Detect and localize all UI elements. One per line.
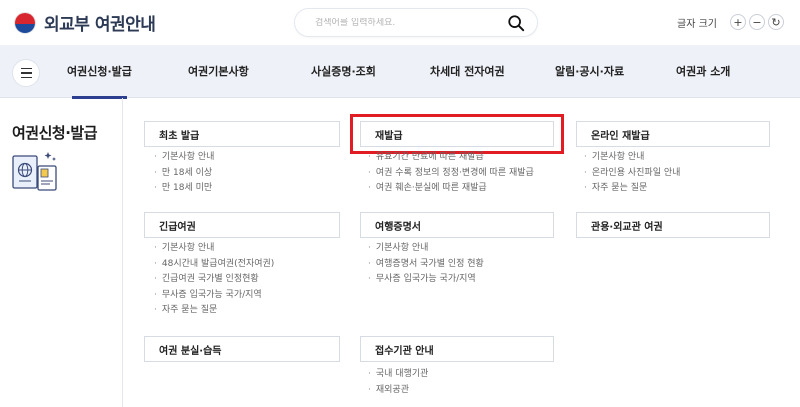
list-item[interactable]: 여행증명서 국가별 인정 현황	[368, 257, 484, 273]
header: 외교부 여권안내 글자 크기 + − ↻	[0, 0, 800, 45]
card-travel-certificate[interactable]: 여행증명서	[360, 212, 554, 238]
list-item[interactable]: 유효기간 만료에 따른 재발급	[368, 150, 534, 166]
list-item[interactable]: 자주 묻는 질문	[154, 303, 274, 319]
font-size-controls: 글자 크기 + − ↻	[677, 14, 784, 30]
font-reset-button[interactable]: ↻	[767, 14, 784, 30]
list-item[interactable]: 만 18세 이상	[154, 166, 214, 182]
list-item[interactable]: 재외공관	[368, 383, 428, 399]
list-item[interactable]: 온라인용 사진파일 안내	[584, 166, 681, 182]
nav-active-indicator	[72, 96, 127, 99]
reissue-highlight-box	[350, 114, 564, 154]
card-online-reissue[interactable]: 온라인 재발급	[576, 121, 770, 147]
first-issue-links: 기본사항 안내 만 18세 이상 만 18세 미만	[154, 150, 215, 197]
font-decrease-button[interactable]: −	[748, 14, 765, 30]
nav-item-about[interactable]: 여권과 소개	[676, 63, 730, 79]
nav-item-next-gen-passport[interactable]: 차세대 전자여권	[430, 63, 505, 79]
search-input[interactable]	[315, 17, 495, 28]
search-box	[294, 8, 538, 37]
card-lost-found[interactable]: 여권 분실·습득	[144, 336, 340, 362]
list-item[interactable]: 국내 대행기관	[368, 367, 429, 383]
list-item[interactable]: 긴급여권 국가별 인정현황	[154, 272, 274, 288]
font-increase-button[interactable]: +	[729, 14, 746, 30]
reception-agencies-links: 국내 대행기관 재외공관	[368, 367, 429, 399]
nav-item-passport-apply[interactable]: 여권신청·발급	[67, 63, 132, 79]
list-item[interactable]: 여권 훼손·분실에 따른 재발급	[368, 181, 534, 197]
section-title: 여권신청·발급	[12, 124, 98, 142]
card-reception-agencies[interactable]: 접수기관 안내	[360, 336, 554, 362]
logo[interactable]: 외교부 여권안내	[14, 10, 156, 35]
passport-illustration-icon	[12, 152, 57, 191]
logo-text: 외교부 여권안내	[44, 15, 156, 35]
hamburger-menu-icon[interactable]	[12, 59, 40, 87]
list-item[interactable]: 무사증 입국가능 국가/지역	[368, 272, 484, 288]
list-item[interactable]: 무사증 입국가능 국가/지역	[154, 288, 274, 304]
list-item[interactable]: 48시간내 발급여권(전자여권)	[154, 257, 274, 273]
list-item[interactable]: 만 18세 미만	[154, 181, 214, 197]
nav-item-passport-basics[interactable]: 여권기본사항	[188, 63, 249, 79]
font-size-label: 글자 크기	[677, 18, 717, 30]
list-item[interactable]: 기본사항 안내	[584, 150, 680, 166]
online-reissue-links: 기본사항 안내 온라인용 사진파일 안내 자주 묻는 질문	[584, 150, 681, 197]
taegeuk-logo-icon	[14, 11, 36, 34]
list-item[interactable]: 자주 묻는 질문	[584, 181, 680, 197]
nav-item-certification[interactable]: 사실증명·조회	[311, 63, 376, 79]
list-item[interactable]: 기본사항 안내	[368, 241, 484, 257]
nav-item-notices[interactable]: 알림·공시·자료	[555, 63, 624, 79]
main-nav: 여권신청·발급 여권기본사항 사실증명·조회 차세대 전자여권 알림·공시·자료…	[0, 45, 800, 99]
list-item[interactable]: 기본사항 안내	[154, 150, 215, 166]
card-official-diplomatic-passport[interactable]: 관용·외교관 여권	[576, 212, 770, 238]
reissue-links: 유효기간 만료에 따른 재발급 여권 수록 정보의 정정·변경에 따른 재발급 …	[368, 150, 534, 197]
list-item[interactable]: 여권 수록 정보의 정정·변경에 따른 재발급	[368, 166, 534, 182]
left-divider	[122, 98, 123, 407]
card-first-issue[interactable]: 최초 발급	[144, 121, 340, 147]
emergency-passport-links: 기본사항 안내 48시간내 발급여권(전자여권) 긴급여권 국가별 인정현황 무…	[154, 241, 274, 319]
search-icon[interactable]	[507, 14, 525, 32]
travel-certificate-links: 기본사항 안내 여행증명서 국가별 인정 현황 무사증 입국가능 국가/지역	[368, 241, 484, 288]
card-emergency-passport[interactable]: 긴급여권	[144, 212, 340, 238]
list-item[interactable]: 기본사항 안내	[154, 241, 274, 257]
